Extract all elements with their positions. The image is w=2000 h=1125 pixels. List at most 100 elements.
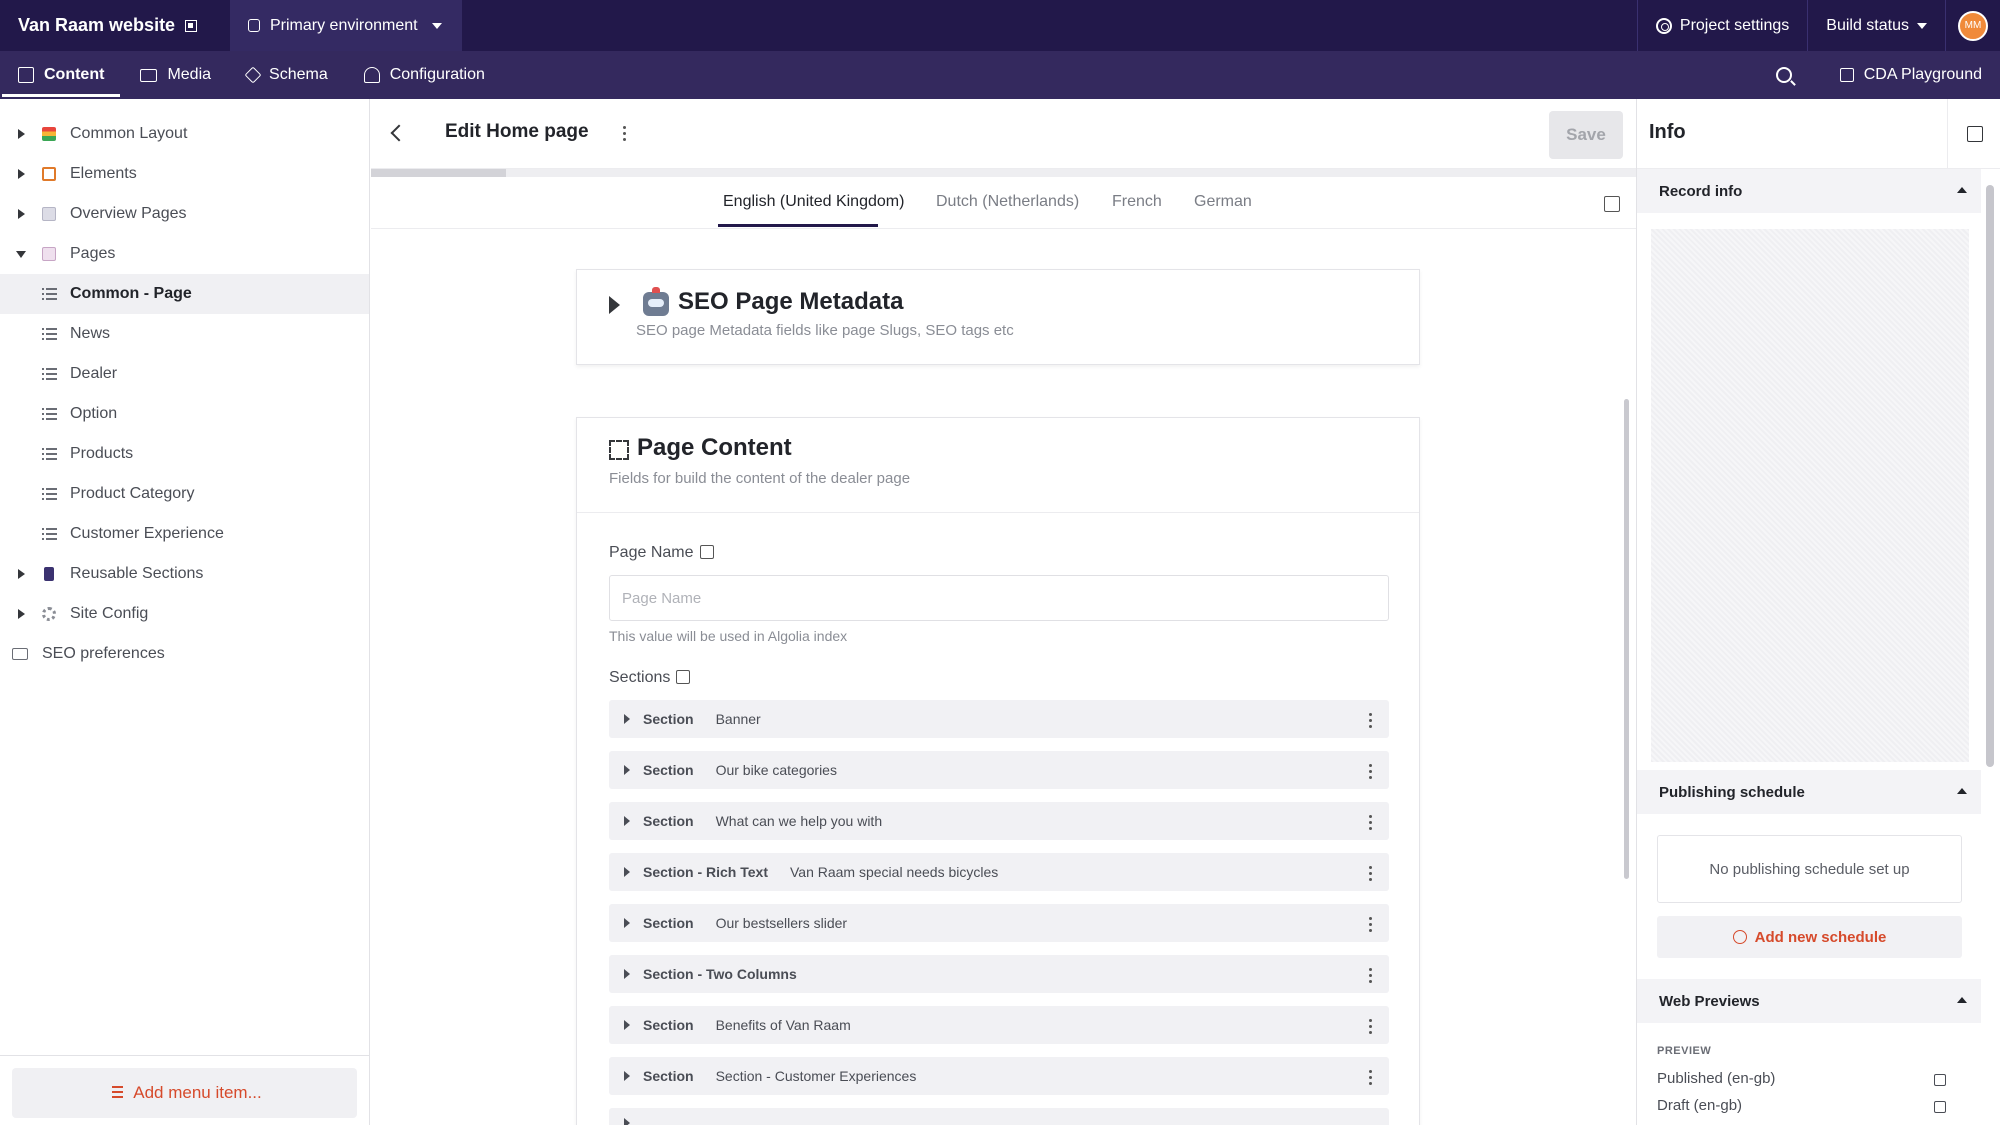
- add-schedule-button[interactable]: Add new schedule: [1657, 916, 1962, 958]
- preview-link-published[interactable]: Published (en-gb): [1657, 1070, 1775, 1087]
- open-external-icon[interactable]: [185, 19, 198, 32]
- build-status-button[interactable]: Build status: [1807, 0, 1945, 51]
- progress-bar: [371, 169, 1636, 177]
- sidebar-item-dealer[interactable]: Dealer: [0, 354, 369, 394]
- expand-icon[interactable]: [18, 609, 25, 619]
- section-row[interactable]: Section - Rich Text Van Raam special nee…: [609, 853, 1389, 891]
- more-options-icon[interactable]: [1369, 917, 1373, 932]
- section-row[interactable]: Section Banner: [609, 700, 1389, 738]
- card-title: Page Content: [637, 434, 792, 461]
- expand-icon[interactable]: [624, 714, 630, 724]
- expand-icon[interactable]: [624, 1071, 630, 1081]
- tab-media[interactable]: Media: [122, 51, 229, 99]
- page-name-label: Page Name: [609, 544, 714, 562]
- section-row[interactable]: Section Section - Customer Experiences: [609, 1057, 1389, 1095]
- sidebar-item-product-category[interactable]: Product Category: [0, 474, 369, 514]
- expand-icon[interactable]: [609, 296, 620, 314]
- tab-locale-en-gb[interactable]: English (United Kingdom): [723, 193, 904, 211]
- copy-icon[interactable]: [1934, 1101, 1946, 1113]
- tab-configuration-label: Configuration: [389, 66, 485, 83]
- grid-icon: [609, 440, 629, 460]
- expand-icon[interactable]: [18, 129, 25, 139]
- list-icon: [42, 528, 57, 540]
- expand-icon[interactable]: [18, 569, 25, 579]
- copy-icon[interactable]: [1934, 1074, 1946, 1086]
- tab-locale-fr[interactable]: French: [1112, 193, 1162, 211]
- sidebar-item-site-config[interactable]: Site Config: [0, 594, 369, 634]
- back-button[interactable]: [381, 113, 421, 153]
- sidebar-item-common-page[interactable]: Common - Page: [0, 274, 369, 314]
- expand-icon[interactable]: [624, 969, 630, 979]
- translate-icon[interactable]: [1604, 196, 1620, 212]
- tab-content[interactable]: Content: [0, 51, 122, 99]
- section-row[interactable]: Section What can we help you with: [609, 802, 1389, 840]
- page-name-input[interactable]: [609, 575, 1389, 621]
- more-options-icon[interactable]: [1369, 815, 1373, 830]
- section-row[interactable]: Section Benefits of Van Raam: [609, 1006, 1389, 1044]
- web-previews-header[interactable]: Web Previews: [1637, 979, 1981, 1023]
- preview-link-draft[interactable]: Draft (en-gb): [1657, 1097, 1742, 1114]
- section-row[interactable]: Section Our bike categories: [609, 751, 1389, 789]
- sidebar-item-products[interactable]: Products: [0, 434, 369, 474]
- more-options-icon[interactable]: [1369, 1019, 1373, 1034]
- avatar[interactable]: MM: [1958, 10, 1988, 41]
- seo-metadata-card[interactable]: SEO Page Metadata SEO page Metadata fiel…: [576, 269, 1420, 365]
- add-menu-item-button[interactable]: Add menu item...: [12, 1068, 357, 1118]
- project-title[interactable]: Van Raam website: [0, 0, 230, 51]
- sidebar-item-reusable-sections[interactable]: Reusable Sections: [0, 554, 369, 594]
- info-scrollbar[interactable]: [1986, 185, 1994, 767]
- environment-selector[interactable]: Primary environment: [230, 0, 462, 51]
- section-row[interactable]: Section - Two Columns: [609, 955, 1389, 993]
- sidebar-item-pages[interactable]: Pages: [0, 234, 369, 274]
- tab-schema[interactable]: Schema: [229, 51, 346, 99]
- sidebar-item-seo-preferences[interactable]: SEO preferences: [0, 634, 369, 674]
- main-nav: Content Media Schema Configuration CDA P…: [0, 51, 2000, 99]
- section-name: Benefits of Van Raam: [715, 1017, 851, 1033]
- search-icon[interactable]: [1775, 67, 1792, 83]
- section-type: Section - Rich Text: [643, 864, 768, 880]
- tab-locale-nl[interactable]: Dutch (Netherlands): [936, 193, 1079, 211]
- elements-icon: [42, 167, 56, 181]
- sidebar-item-news[interactable]: News: [0, 314, 369, 354]
- more-options-icon[interactable]: [1369, 764, 1373, 779]
- expand-icon[interactable]: [18, 169, 25, 179]
- expand-icon[interactable]: [624, 918, 630, 928]
- sidebar-item-option[interactable]: Option: [0, 394, 369, 434]
- clock-icon: [1732, 930, 1747, 944]
- sidebar-item-common-layout[interactable]: Common Layout: [0, 114, 369, 154]
- user-menu[interactable]: MM: [1945, 0, 2000, 51]
- list-icon: [42, 488, 57, 500]
- section-row[interactable]: [609, 1108, 1389, 1125]
- page-name-hint: This value will be used in Algolia index: [609, 628, 848, 644]
- project-settings-button[interactable]: Project settings: [1636, 0, 1807, 51]
- more-options-icon[interactable]: [1369, 968, 1373, 983]
- tab-locale-de[interactable]: German: [1194, 193, 1252, 211]
- tab-configuration[interactable]: Configuration: [346, 51, 503, 99]
- list-icon: [42, 288, 57, 300]
- sidebar-item-elements[interactable]: Elements: [0, 154, 369, 194]
- expand-icon[interactable]: [624, 1020, 630, 1030]
- cda-playground-button[interactable]: CDA Playground: [1822, 51, 2000, 99]
- collapse-panel-button[interactable]: [1947, 99, 2000, 169]
- publishing-schedule-header[interactable]: Publishing schedule: [1637, 770, 1981, 814]
- more-options-icon[interactable]: [1369, 713, 1373, 728]
- editor-scrollbar[interactable]: [1624, 399, 1629, 879]
- record-info-header[interactable]: Record info: [1637, 169, 1981, 213]
- save-button[interactable]: Save: [1549, 111, 1623, 159]
- expand-icon[interactable]: [624, 765, 630, 775]
- more-options-icon[interactable]: [1369, 1070, 1373, 1085]
- expand-icon[interactable]: [624, 867, 630, 877]
- expand-icon[interactable]: [18, 209, 25, 219]
- sidebar-item-overview-pages[interactable]: Overview Pages: [0, 194, 369, 234]
- section-row[interactable]: Section Our bestsellers slider: [609, 904, 1389, 942]
- expand-icon[interactable]: [624, 1118, 630, 1125]
- expand-icon[interactable]: [624, 816, 630, 826]
- field-label-text: Page Name: [609, 544, 694, 561]
- sidebar-item-label: Overview Pages: [70, 205, 187, 222]
- collapse-icon[interactable]: [16, 250, 26, 258]
- sidebar-item-customer-experience[interactable]: Customer Experience: [0, 514, 369, 554]
- section-type: Section: [643, 1068, 694, 1084]
- more-options-icon[interactable]: [623, 126, 627, 141]
- more-options-icon[interactable]: [1369, 866, 1373, 881]
- editor-header: Edit Home page Save: [371, 99, 1636, 169]
